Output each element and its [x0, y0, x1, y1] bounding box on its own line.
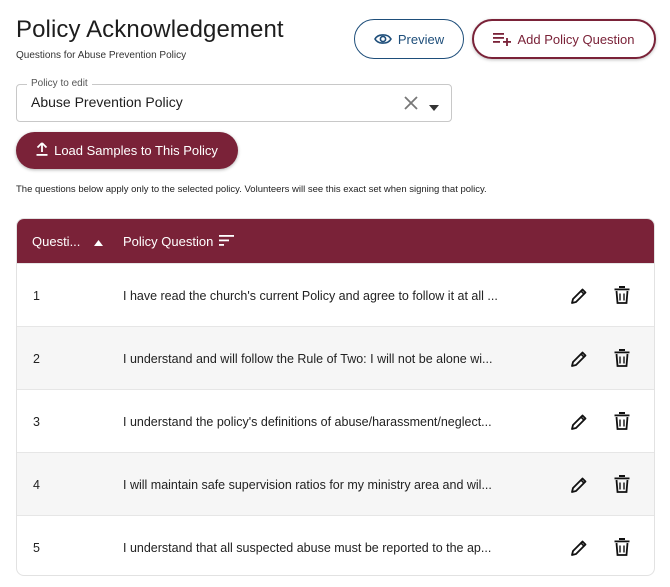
trash-icon[interactable]	[614, 286, 630, 304]
question-text: I have read the church's current Policy …	[123, 289, 498, 303]
eye-icon	[373, 33, 392, 45]
question-text: I understand that all suspected abuse mu…	[123, 541, 492, 555]
page-subtitle: Questions for Abuse Prevention Policy	[16, 50, 187, 61]
policy-select-value: Abuse Prevention Policy	[31, 94, 183, 110]
policy-select[interactable]: Policy to edit Abuse Prevention Policy	[16, 78, 452, 122]
question-number: 3	[33, 415, 40, 429]
table-row: 1 I have read the church's current Polic…	[17, 263, 654, 326]
preview-label: Preview	[397, 31, 445, 47]
question-number: 1	[33, 289, 40, 303]
add-policy-question-label: Add Policy Question	[517, 31, 635, 47]
column-header-label: Questi...	[32, 234, 81, 249]
trash-icon[interactable]	[614, 412, 630, 430]
load-samples-label: Load Samples to This Policy	[54, 143, 218, 158]
question-text: I will maintain safe supervision ratios …	[123, 478, 492, 492]
policy-select-label: Policy to edit	[27, 78, 92, 90]
trash-icon[interactable]	[614, 538, 630, 556]
question-text: I understand and will follow the Rule of…	[123, 352, 493, 366]
load-samples-button[interactable]: Load Samples to This Policy	[16, 132, 238, 169]
question-number: 4	[33, 478, 40, 492]
playlist-add-icon	[493, 32, 512, 46]
table-row: 4 I will maintain safe supervision ratio…	[17, 452, 654, 515]
add-policy-question-button[interactable]: Add Policy Question	[472, 19, 656, 59]
table-row: 3 I understand the policy's definitions …	[17, 389, 654, 452]
policy-note: The questions below apply only to the se…	[16, 184, 487, 195]
policy-questions-table: Questi... Policy Question 1 I have read …	[16, 218, 655, 576]
column-header-label: Policy Question	[123, 234, 214, 249]
table-row: 5 I understand that all suspected abuse …	[17, 515, 654, 575]
upload-icon	[36, 142, 48, 159]
question-number: 5	[33, 541, 40, 555]
pencil-icon[interactable]	[570, 539, 588, 557]
question-text: I understand the policy's definitions of…	[123, 415, 492, 429]
sort-ascending-icon[interactable]	[94, 234, 104, 249]
pencil-icon[interactable]	[570, 413, 588, 431]
caret-down-icon[interactable]	[429, 99, 439, 111]
page-title: Policy Acknowledgement	[16, 16, 284, 43]
pencil-icon[interactable]	[570, 476, 588, 494]
column-header-question-number[interactable]: Questi...	[32, 234, 104, 249]
table-row: 2 I understand and will follow the Rule …	[17, 326, 654, 389]
sort-lines-icon[interactable]	[219, 234, 235, 249]
preview-button[interactable]: Preview	[354, 19, 464, 59]
close-icon[interactable]	[403, 95, 419, 111]
question-number: 2	[33, 352, 40, 366]
pencil-icon[interactable]	[570, 350, 588, 368]
trash-icon[interactable]	[614, 475, 630, 493]
trash-icon[interactable]	[614, 349, 630, 367]
pencil-icon[interactable]	[570, 287, 588, 305]
column-header-policy-question[interactable]: Policy Question	[123, 234, 235, 249]
table-header: Questi... Policy Question	[17, 219, 654, 263]
